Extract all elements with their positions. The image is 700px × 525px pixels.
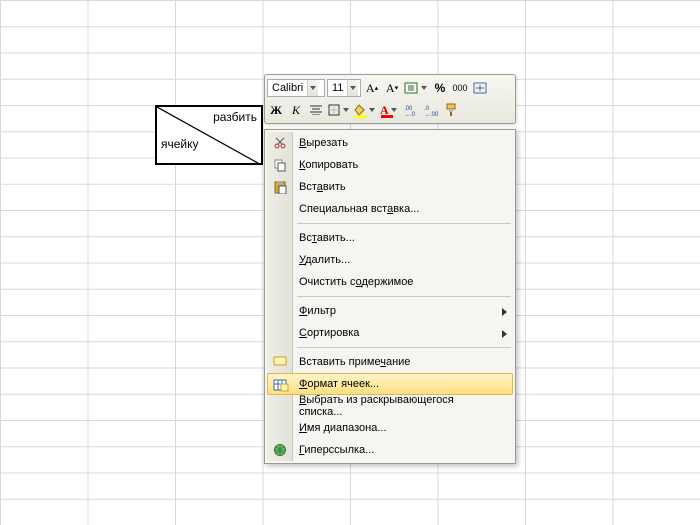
svg-text:→.00: →.00: [424, 112, 438, 116]
menu-clear[interactable]: Очистить содержимое: [267, 271, 513, 293]
menu-hyperlink[interactable]: Гиперссылка...: [267, 439, 513, 461]
menu-cut[interactable]: Вырезать: [267, 132, 513, 154]
menu-pick-from-list[interactable]: Выбрать из раскрывающегося списка...: [267, 395, 513, 417]
menu-named-range[interactable]: Имя диапазона...: [267, 417, 513, 439]
menu-format-cells[interactable]: Формат ячеек...: [267, 373, 513, 395]
borders-button[interactable]: [327, 101, 351, 119]
shrink-font-button[interactable]: A▾: [383, 79, 401, 97]
split-cell-top-text: разбить: [213, 110, 257, 124]
menu-sort[interactable]: Сортировка: [267, 322, 513, 344]
menu-separator: [297, 347, 511, 348]
align-center-button[interactable]: [307, 101, 325, 119]
accounting-format-button[interactable]: [403, 79, 429, 97]
context-menu: Вырезать Копировать Вставить Специальная…: [264, 129, 516, 464]
menu-copy[interactable]: Копировать: [267, 154, 513, 176]
merge-center-button[interactable]: [471, 79, 489, 97]
increase-decimal-button[interactable]: .0→.00: [422, 101, 440, 119]
chevron-down-icon[interactable]: [367, 102, 376, 118]
comment-icon: [271, 353, 289, 371]
copy-icon: [271, 156, 289, 174]
menu-filter[interactable]: Фильтр: [267, 300, 513, 322]
menu-separator: [297, 223, 511, 224]
fill-color-button[interactable]: [353, 101, 377, 119]
hyperlink-icon: [271, 441, 289, 459]
menu-paste-special[interactable]: Специальная вставка...: [267, 198, 513, 220]
format-painter-button[interactable]: [442, 101, 460, 119]
comma-style-button[interactable]: 000: [451, 79, 469, 97]
format-cells-icon: [272, 376, 290, 394]
submenu-arrow-icon: [502, 329, 507, 341]
font-color-button[interactable]: A: [379, 101, 400, 119]
paste-icon: [271, 178, 289, 196]
italic-button[interactable]: К: [287, 101, 305, 119]
menu-delete[interactable]: Удалить...: [267, 249, 513, 271]
bold-button[interactable]: Ж: [267, 101, 285, 119]
menu-paste[interactable]: Вставить: [267, 176, 513, 198]
percent-button[interactable]: %: [431, 79, 449, 97]
menu-separator: [297, 296, 511, 297]
chevron-down-icon[interactable]: [419, 80, 428, 96]
font-name-combo[interactable]: Calibri: [267, 79, 325, 97]
menu-insert[interactable]: Вставить...: [267, 227, 513, 249]
split-cell-bottom-text: ячейку: [161, 137, 199, 151]
submenu-arrow-icon: [502, 307, 507, 319]
mini-toolbar: Calibri 11 A▴ A▾ % 000 Ж К: [264, 74, 516, 124]
chevron-down-icon[interactable]: [307, 80, 318, 96]
font-size-value: 11: [328, 82, 347, 94]
menu-label: ырезать: [306, 137, 348, 149]
decrease-decimal-button[interactable]: .00→.0: [402, 101, 420, 119]
chevron-down-icon[interactable]: [347, 80, 358, 96]
chevron-down-icon[interactable]: [341, 102, 350, 118]
font-name-value: Calibri: [268, 82, 307, 94]
menu-insert-comment[interactable]: Вставить примечание: [267, 351, 513, 373]
grow-font-button[interactable]: A▴: [363, 79, 381, 97]
svg-text:→.0: →.0: [404, 112, 416, 116]
font-size-combo[interactable]: 11: [327, 79, 361, 97]
scissors-icon: [271, 134, 289, 152]
split-cell[interactable]: разбить ячейку: [155, 105, 263, 165]
